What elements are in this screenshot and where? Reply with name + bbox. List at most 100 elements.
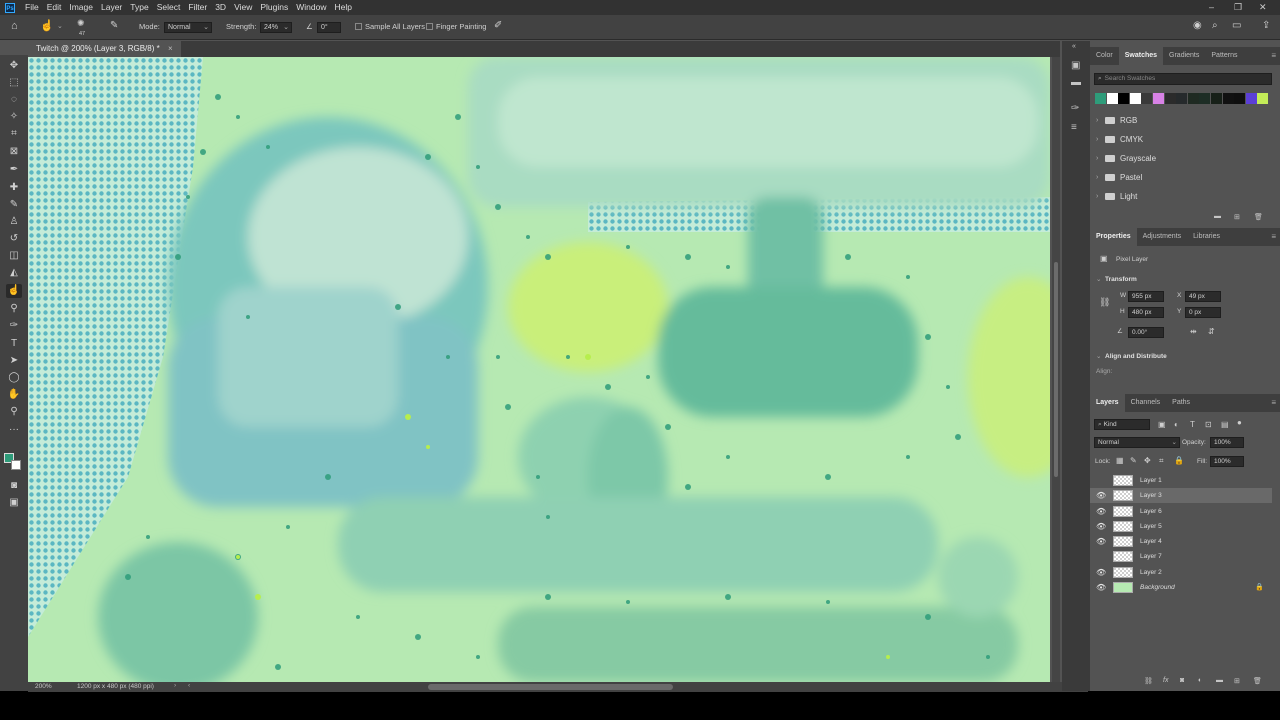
filter-type-icon[interactable]: T: [1190, 420, 1195, 430]
opacity-field[interactable]: 100%: [1210, 437, 1244, 448]
brush-settings-icon[interactable]: ✑: [1071, 103, 1079, 114]
menu-help[interactable]: Help: [330, 0, 355, 15]
swatch[interactable]: [1245, 93, 1257, 104]
rotation-field[interactable]: 0.00°: [1128, 327, 1164, 338]
layer-row[interactable]: 👁 Layer 6: [1090, 504, 1272, 519]
mode-select[interactable]: Normal ⌄: [164, 22, 212, 33]
adjustment-layer-icon[interactable]: ◐: [1198, 677, 1202, 684]
menu-edit[interactable]: Edit: [43, 0, 66, 15]
sample-all-layers-checkbox[interactable]: Sample All Layers: [355, 21, 425, 33]
discover-icon[interactable]: ◉: [1193, 20, 1202, 32]
swatch-folder-rgb[interactable]: › RGB: [1090, 111, 1272, 130]
document-tab[interactable]: Twitch @ 200% (Layer 3, RGB/8) * ×: [28, 41, 181, 57]
filter-smart-object-icon[interactable]: ▤: [1221, 420, 1229, 430]
clone-stamp-tool-icon[interactable]: ♙: [6, 215, 22, 229]
menu-layer[interactable]: Layer: [97, 0, 126, 15]
strength-field[interactable]: 24% ⌄: [260, 22, 292, 33]
menu-select[interactable]: Select: [153, 0, 185, 15]
swatch[interactable]: [1187, 93, 1199, 104]
visibility-eye-icon[interactable]: 👁: [1096, 488, 1106, 503]
layer-filter-select[interactable]: ⌕ Kind: [1094, 419, 1150, 430]
swatch[interactable]: [1199, 93, 1211, 104]
visibility-eye-icon[interactable]: 👁: [1096, 565, 1106, 580]
menu-file[interactable]: File: [21, 0, 43, 15]
comments-icon[interactable]: ▬: [1071, 77, 1081, 88]
hand-tool-icon[interactable]: ✋: [6, 388, 22, 402]
swatch-folder-cmyk[interactable]: › CMYK: [1090, 130, 1272, 149]
chevron-right-icon[interactable]: ›: [174, 682, 176, 689]
delete-icon[interactable]: 🗑: [1253, 677, 1262, 685]
tab-properties[interactable]: Properties: [1090, 228, 1137, 246]
swatch[interactable]: [1118, 93, 1130, 104]
menu-plugins[interactable]: Plugins: [256, 0, 292, 15]
swatch-folder-light[interactable]: › Light: [1090, 187, 1272, 206]
menu-type[interactable]: Type: [126, 0, 152, 15]
filter-toggle-icon[interactable]: ●: [1237, 418, 1242, 428]
move-tool-icon[interactable]: ✥: [6, 59, 22, 73]
lock-artboard-icon[interactable]: ⌗: [1159, 456, 1164, 466]
tab-swatches[interactable]: Swatches: [1118, 47, 1164, 65]
height-field[interactable]: 480 px: [1128, 307, 1164, 318]
swatch[interactable]: [1234, 93, 1246, 104]
blend-mode-select[interactable]: Normal ⌄: [1094, 437, 1180, 448]
new-group-icon[interactable]: ▬: [1214, 213, 1221, 220]
home-icon[interactable]: ⌂: [11, 20, 18, 32]
add-mask-icon[interactable]: ◙: [1180, 677, 1184, 684]
new-group-icon[interactable]: ▬: [1216, 677, 1223, 684]
visibility-eye-icon[interactable]: 👁: [1096, 519, 1106, 534]
shape-tool-icon[interactable]: ◯: [6, 371, 22, 385]
layer-row[interactable]: Layer 1: [1090, 473, 1272, 488]
brush-tool-icon[interactable]: ✎: [6, 198, 22, 212]
swatch[interactable]: [1141, 93, 1153, 104]
workspace-icon[interactable]: ▭: [1232, 20, 1241, 32]
restore-icon[interactable]: ❐: [1234, 0, 1242, 15]
collapse-icon[interactable]: «: [1072, 43, 1076, 50]
adjustments-sliders-icon[interactable]: ≡: [1071, 122, 1077, 133]
marquee-tool-icon[interactable]: ⬚: [6, 76, 22, 90]
chevron-down-icon[interactable]: ⌄: [57, 21, 63, 33]
screen-mode-icon[interactable]: ▣: [6, 496, 22, 510]
x-field[interactable]: 49 px: [1185, 291, 1221, 302]
delete-icon[interactable]: 🗑: [1254, 213, 1263, 221]
panel-menu-icon[interactable]: ≡: [1271, 394, 1276, 412]
layer-row[interactable]: 👁 Layer 4: [1090, 534, 1272, 549]
swatch[interactable]: [1153, 93, 1164, 104]
swatch[interactable]: [1106, 93, 1118, 104]
visibility-eye-icon[interactable]: 👁: [1096, 534, 1106, 549]
pen-tool-icon[interactable]: ✑: [6, 319, 22, 333]
smudge-tool-preset-icon[interactable]: ☝: [40, 20, 54, 32]
layer-row[interactable]: 👁 Background 🔒: [1090, 580, 1272, 595]
tab-gradients[interactable]: Gradients: [1163, 47, 1205, 65]
paint-bucket-tool-icon[interactable]: ◭: [6, 266, 22, 280]
link-layers-icon[interactable]: ⛓: [1144, 677, 1153, 685]
lock-position-icon[interactable]: ✥: [1144, 456, 1151, 466]
eraser-tool-icon[interactable]: ◫: [6, 249, 22, 263]
tab-color[interactable]: Color: [1090, 47, 1119, 65]
filter-pixel-icon[interactable]: ▣: [1158, 420, 1166, 430]
type-tool-icon[interactable]: T: [6, 337, 22, 351]
swatch[interactable]: [1176, 93, 1188, 104]
lasso-tool-icon[interactable]: ◌: [6, 93, 22, 107]
panel-menu-icon[interactable]: ≡: [1271, 47, 1276, 65]
history-icon[interactable]: ▣: [1071, 60, 1080, 71]
more-tools-icon[interactable]: ···: [6, 423, 22, 437]
horizontal-scroll-thumb[interactable]: [428, 684, 673, 690]
visibility-eye-icon[interactable]: 👁: [1096, 504, 1106, 519]
visibility-eye-icon[interactable]: 👁: [1096, 580, 1106, 595]
zoom-level[interactable]: 200%: [35, 683, 52, 690]
menu-view[interactable]: View: [230, 0, 256, 15]
layer-row[interactable]: 👁 Layer 5: [1090, 519, 1272, 534]
minimize-icon[interactable]: –: [1209, 0, 1214, 15]
quick-selection-tool-icon[interactable]: ✧: [6, 110, 22, 124]
eyedropper-tool-icon[interactable]: ✒: [6, 163, 22, 177]
menu-window[interactable]: Window: [292, 0, 330, 15]
swatch[interactable]: [1222, 93, 1234, 104]
canvas-vertical-scrollbar[interactable]: [1052, 57, 1060, 682]
pressure-icon[interactable]: ✐: [494, 20, 502, 32]
tab-channels[interactable]: Channels: [1125, 394, 1167, 412]
swatches-search[interactable]: ⌕ Search Swatches: [1094, 73, 1272, 85]
new-layer-icon[interactable]: ⊞: [1234, 677, 1240, 685]
close-icon[interactable]: ✕: [1259, 0, 1267, 15]
swatch-folder-pastel[interactable]: › Pastel: [1090, 168, 1272, 187]
share-icon[interactable]: ⇪: [1262, 20, 1270, 32]
